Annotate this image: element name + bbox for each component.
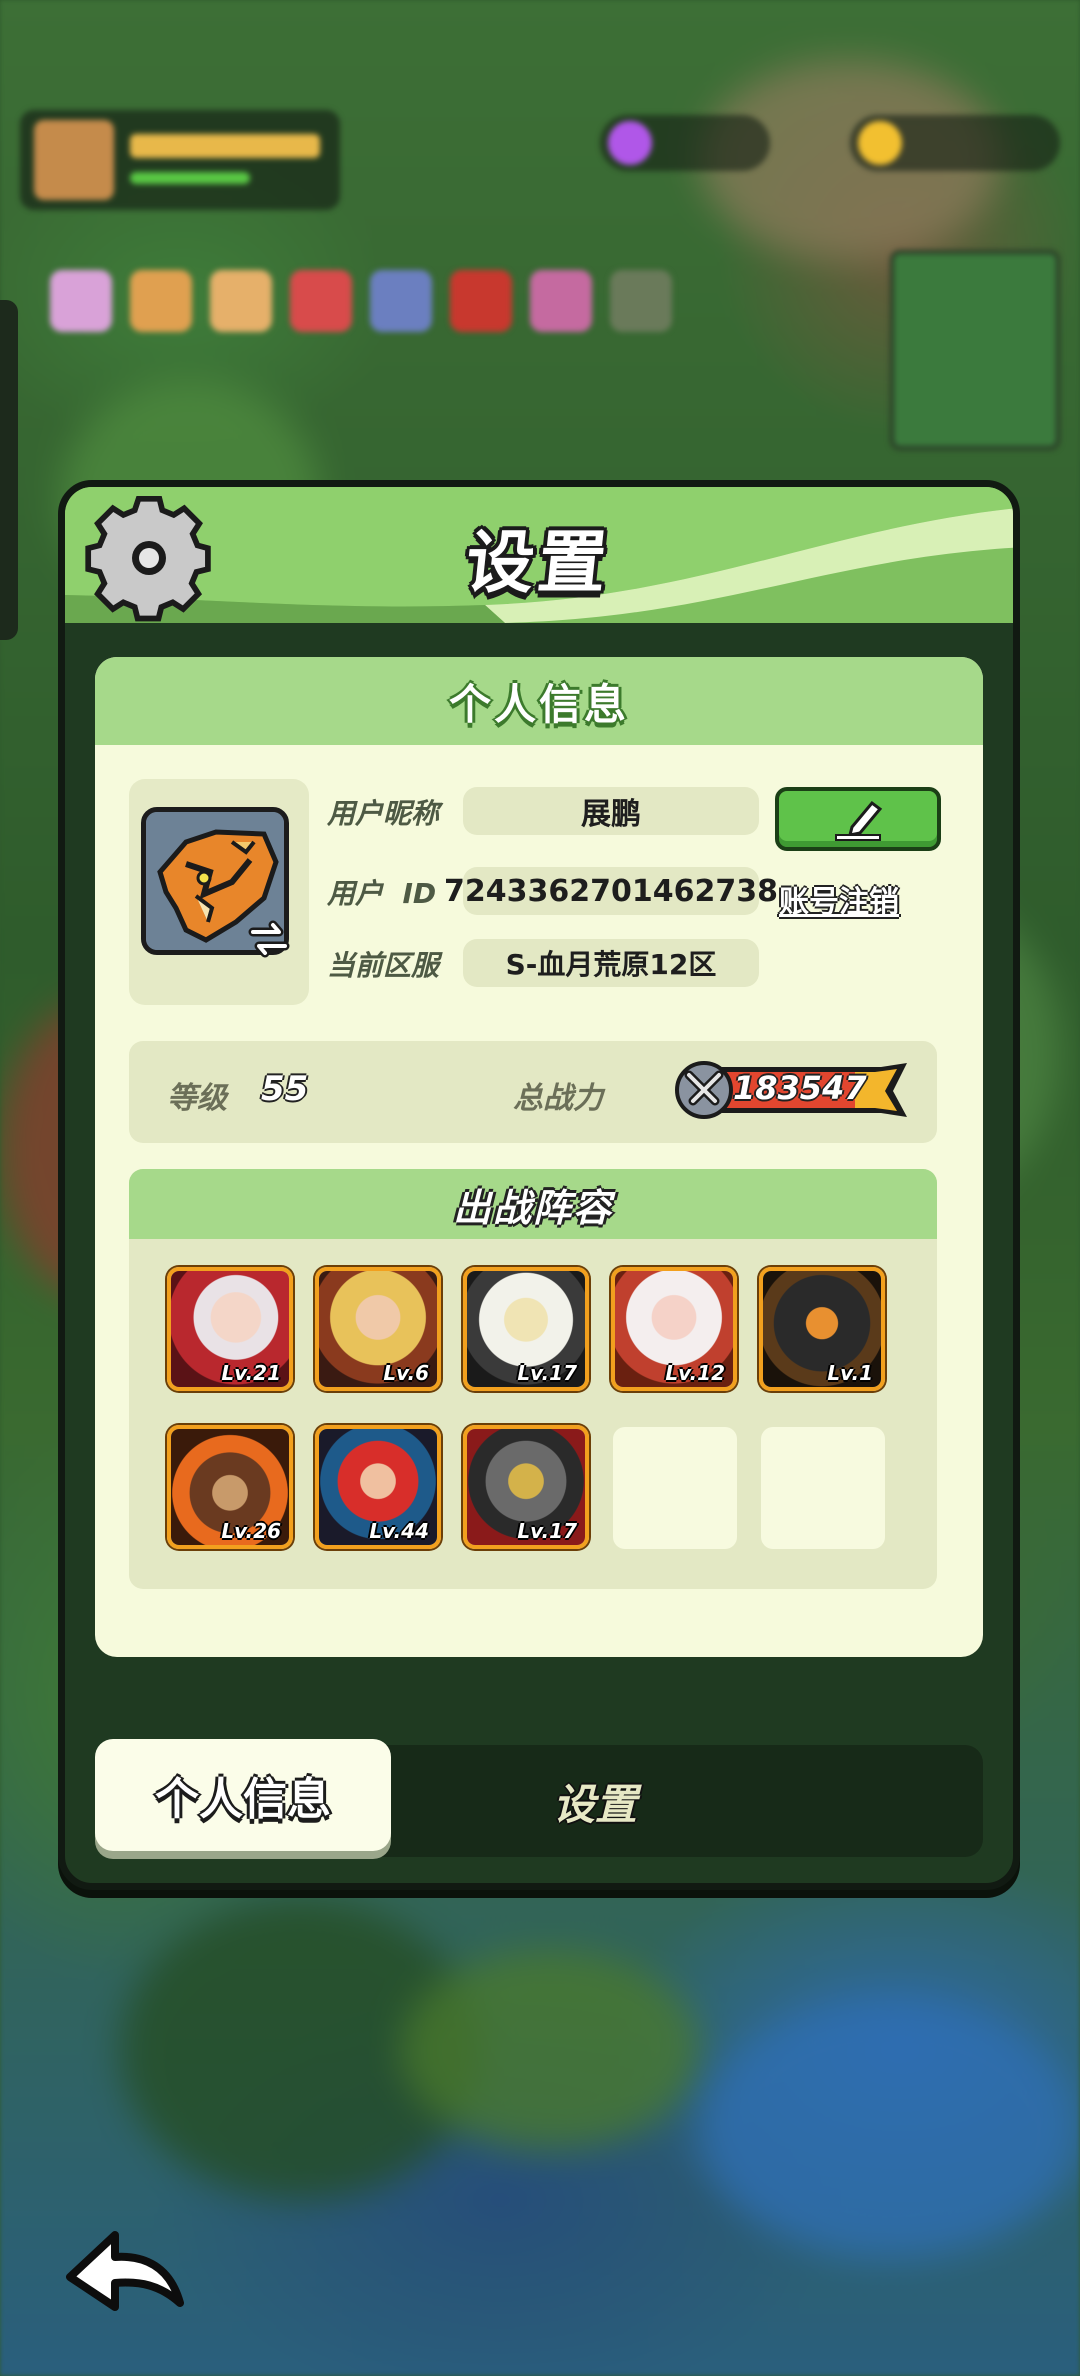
profile-panel: 个人信息 用户昵称 展鹏 用户 ID 7243362701462738 账号注销… [95, 657, 983, 1657]
hero-slot-empty[interactable] [613, 1427, 737, 1549]
hero-slot-4[interactable]: Lv.12 [611, 1267, 737, 1391]
hero-slot-6[interactable]: Lv.26 [167, 1425, 293, 1549]
hero-slot-2[interactable]: Lv.6 [315, 1267, 441, 1391]
server-label: 当前区服 [327, 949, 440, 982]
hero-slot-1[interactable]: Lv.21 [167, 1267, 293, 1391]
swap-icon[interactable] [247, 917, 291, 961]
hero-level: Lv.12 [665, 1361, 725, 1385]
battle-lineup: 出战阵容 Lv.21 Lv.6 Lv.17 Lv.12 Lv.1 Lv.26 L… [129, 1169, 937, 1589]
lineup-title: 出战阵容 [129, 1169, 937, 1239]
hero-level: Lv.44 [369, 1519, 429, 1543]
settings-modal: 设置 个人信息 用户昵称 展鹏 用户 ID 7243362701462738 账… [58, 480, 1020, 1890]
hero-slot-5[interactable]: Lv.1 [759, 1267, 885, 1391]
hero-level: Lv.21 [221, 1361, 281, 1385]
level-value: 55 [261, 1069, 309, 1109]
avatar-box[interactable] [129, 779, 309, 1005]
minimap [890, 250, 1060, 450]
tab-settings[interactable]: 设置 [495, 1745, 695, 1857]
hero-slot-7[interactable]: Lv.44 [315, 1425, 441, 1549]
hero-slot-3[interactable]: Lv.17 [463, 1267, 589, 1391]
gem-counter [600, 115, 770, 171]
stats-bar: 等级 55 总战力 183547 [129, 1041, 937, 1143]
tab-profile[interactable]: 个人信息 [95, 1739, 391, 1851]
back-button[interactable] [55, 2210, 195, 2320]
power-label: 总战力 [513, 1081, 603, 1116]
hero-slot-empty[interactable] [761, 1427, 885, 1549]
user-id-label: 用户 ID [327, 877, 437, 910]
nickname-field: 展鹏 [463, 787, 759, 835]
gold-counter [850, 115, 1060, 171]
tab-bar: 个人信息 设置 [95, 1739, 983, 1857]
user-id-field: 7243362701462738 [444, 867, 778, 915]
hero-level: Lv.17 [517, 1361, 577, 1385]
back-arrow-icon [66, 2231, 184, 2311]
modal-header: 设置 [65, 487, 1013, 623]
hero-level: Lv.17 [517, 1519, 577, 1543]
hero-slot-8[interactable]: Lv.17 [463, 1425, 589, 1549]
sword-icon [684, 1070, 724, 1106]
pencil-icon [835, 800, 883, 841]
player-hud [20, 110, 340, 210]
modal-title: 设置 [462, 524, 615, 603]
side-drawer-tab[interactable] [0, 300, 18, 640]
profile-section-title: 个人信息 [95, 657, 983, 745]
nickname-label: 用户昵称 [327, 797, 440, 830]
hero-level: Lv.6 [383, 1361, 429, 1385]
server-field: S-血月荒原12区 [463, 939, 759, 987]
power-badge: 183547 [675, 1061, 911, 1119]
hero-level: Lv.1 [827, 1361, 873, 1385]
hero-level: Lv.26 [221, 1519, 281, 1543]
hud-hero-row [50, 270, 700, 350]
edit-nickname-button[interactable] [775, 787, 941, 851]
level-label: 等级 [167, 1081, 227, 1116]
power-value: 183547 [733, 1069, 867, 1107]
delete-account-link[interactable]: 账号注销 [779, 877, 899, 921]
